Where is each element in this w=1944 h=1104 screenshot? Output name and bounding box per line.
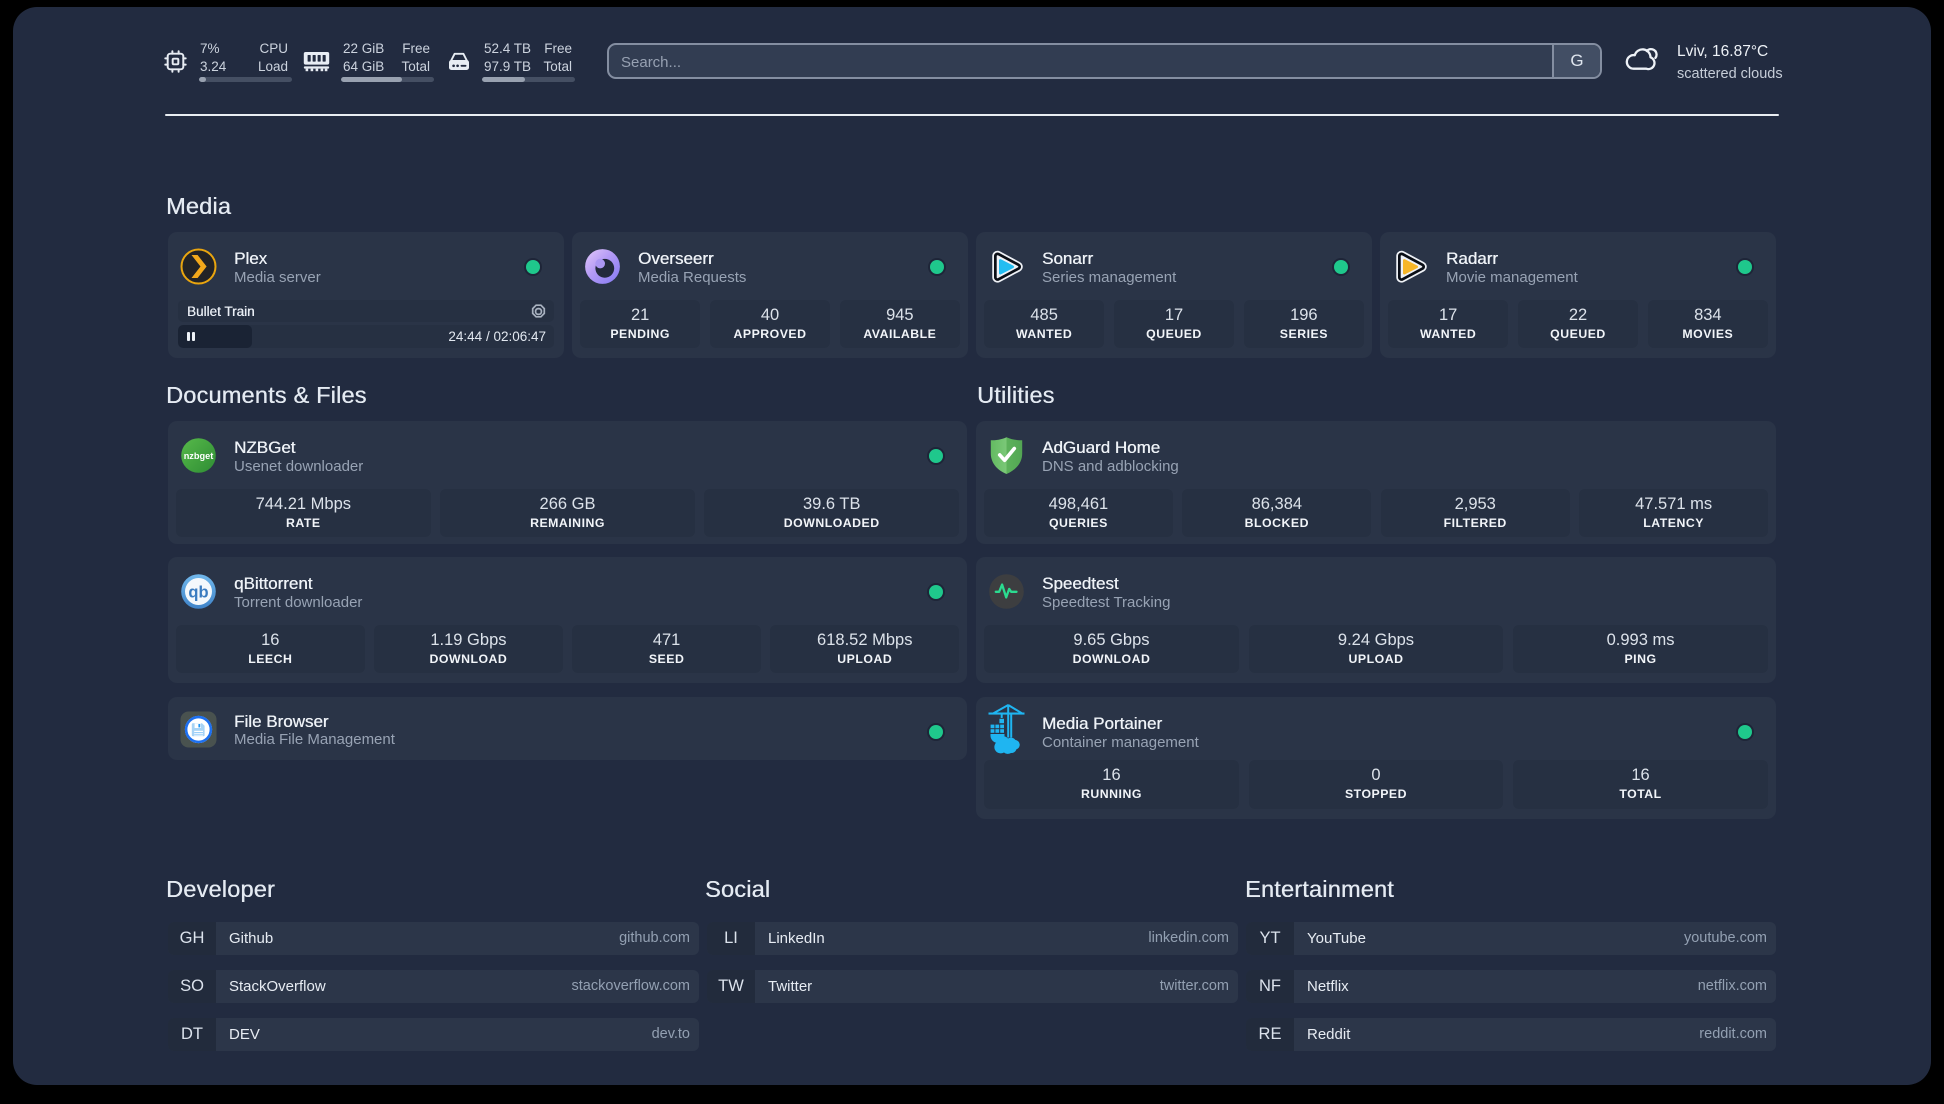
svg-text:qb: qb: [188, 584, 208, 602]
svg-text:nzbget: nzbget: [184, 451, 214, 461]
